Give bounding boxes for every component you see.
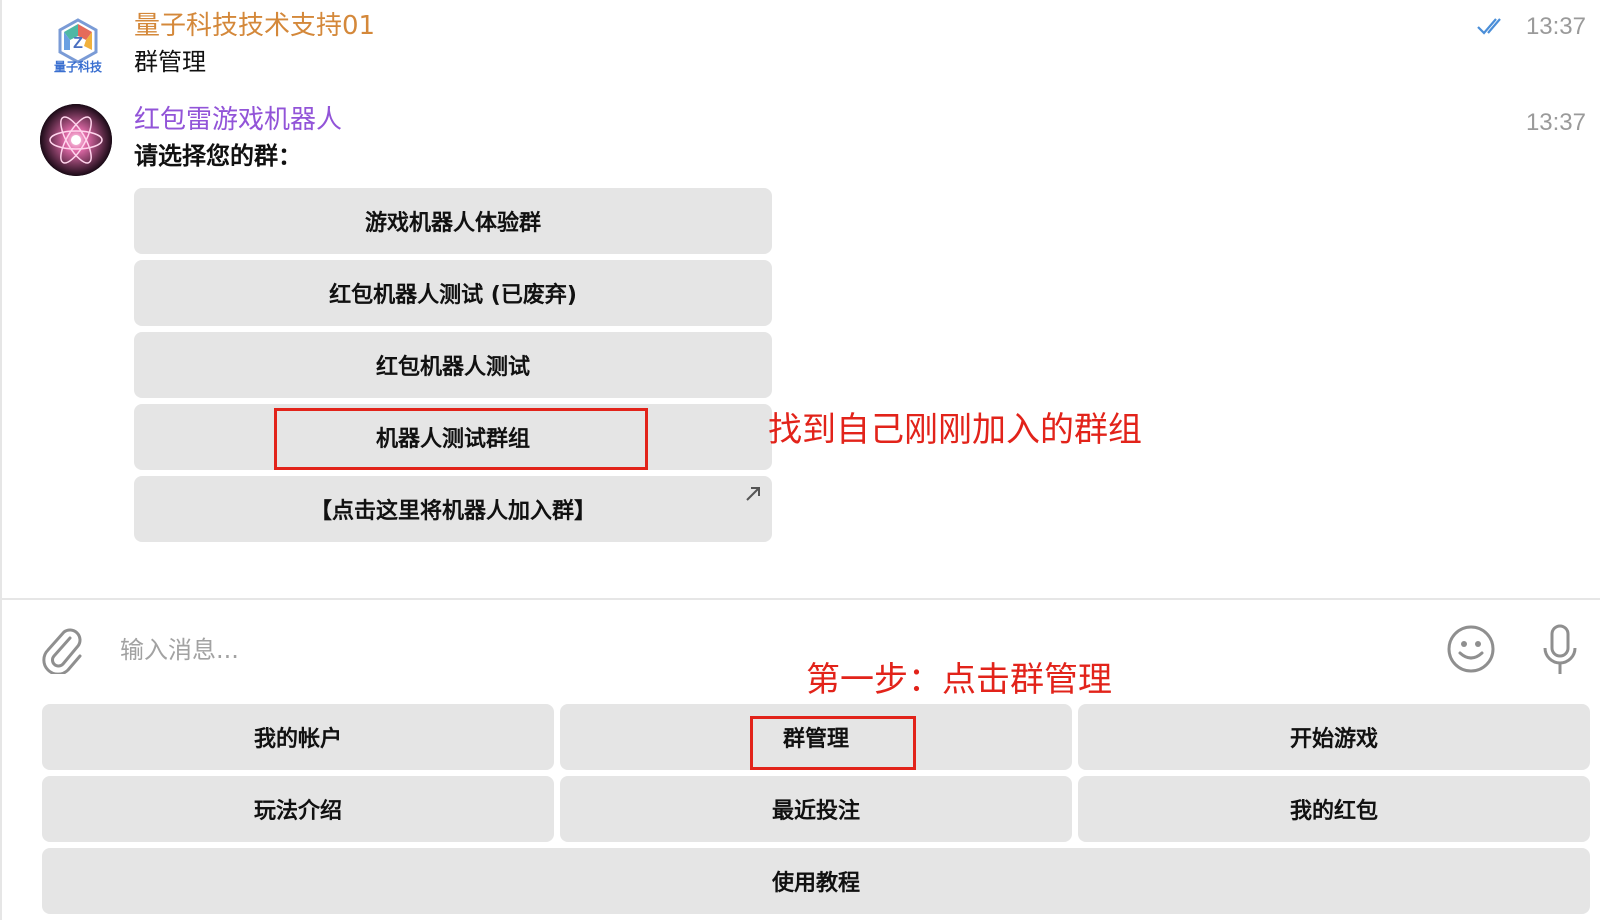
paperclip-icon[interactable] xyxy=(40,626,86,678)
inline-button-label: 游戏机器人体验群 xyxy=(364,211,541,236)
microphone-icon[interactable] xyxy=(1540,622,1580,682)
double-check-icon xyxy=(1476,16,1508,40)
message-input[interactable] xyxy=(118,626,1402,674)
kb-button-label: 使用教程 xyxy=(771,871,860,896)
highlight-box-group xyxy=(274,408,648,470)
sender-name[interactable]: 红包雷游戏机器人 xyxy=(134,104,342,136)
inline-button-label: 红包机器人测试 (已废弃) xyxy=(329,283,577,308)
emoji-icon[interactable] xyxy=(1446,624,1496,678)
kb-button-label: 开始游戏 xyxy=(1289,727,1378,752)
kb-button-my-account[interactable]: 我的帐户 xyxy=(42,704,554,770)
kb-button-tutorial[interactable]: 使用教程 xyxy=(42,848,1590,914)
avatar[interactable] xyxy=(40,104,112,176)
message-text: 群管理 xyxy=(134,48,206,76)
message-text: 请选择您的群： xyxy=(134,142,302,170)
kb-button-label: 玩法介绍 xyxy=(253,799,342,824)
message-time: 13:37 xyxy=(1525,109,1586,136)
inline-button-redpacket-deprecated[interactable]: 红包机器人测试 (已废弃) xyxy=(134,260,772,326)
inline-button-label: 红包机器人测试 xyxy=(375,355,530,380)
sender-name[interactable]: 量子科技技术支持01 xyxy=(134,10,375,42)
kb-button-label: 我的帐户 xyxy=(253,727,342,752)
external-arrow-icon xyxy=(744,484,762,509)
kb-button-my-red-packet[interactable]: 我的红包 xyxy=(1078,776,1590,842)
inline-button-label: 【点击这里将机器人加入群】 xyxy=(309,499,596,524)
inline-button-add-bot[interactable]: 【点击这里将机器人加入群】 xyxy=(134,476,772,542)
composer-divider xyxy=(2,598,1600,600)
atom-icon xyxy=(40,104,112,176)
avatar-caption: 量子科技 xyxy=(53,60,102,74)
message-time: 13:37 xyxy=(1525,13,1586,40)
kb-button-recent-bets[interactable]: 最近投注 xyxy=(560,776,1072,842)
avatar[interactable]: Z 量子科技 xyxy=(40,10,116,82)
window-edge xyxy=(0,0,2,920)
svg-text:Z: Z xyxy=(73,35,83,52)
kb-button-how-to-play[interactable]: 玩法介绍 xyxy=(42,776,554,842)
kb-button-start-game[interactable]: 开始游戏 xyxy=(1078,704,1590,770)
kb-button-label: 最近投注 xyxy=(771,799,860,824)
inline-button-redpacket-test[interactable]: 红包机器人测试 xyxy=(134,332,772,398)
annotation-step-one: 第一步：点击群管理 xyxy=(806,660,1112,700)
annotation-find-group: 找到自己刚刚加入的群组 xyxy=(768,410,1142,450)
inline-button-game-group[interactable]: 游戏机器人体验群 xyxy=(134,188,772,254)
highlight-box-group-management xyxy=(750,716,916,770)
kb-button-label: 我的红包 xyxy=(1289,799,1378,824)
